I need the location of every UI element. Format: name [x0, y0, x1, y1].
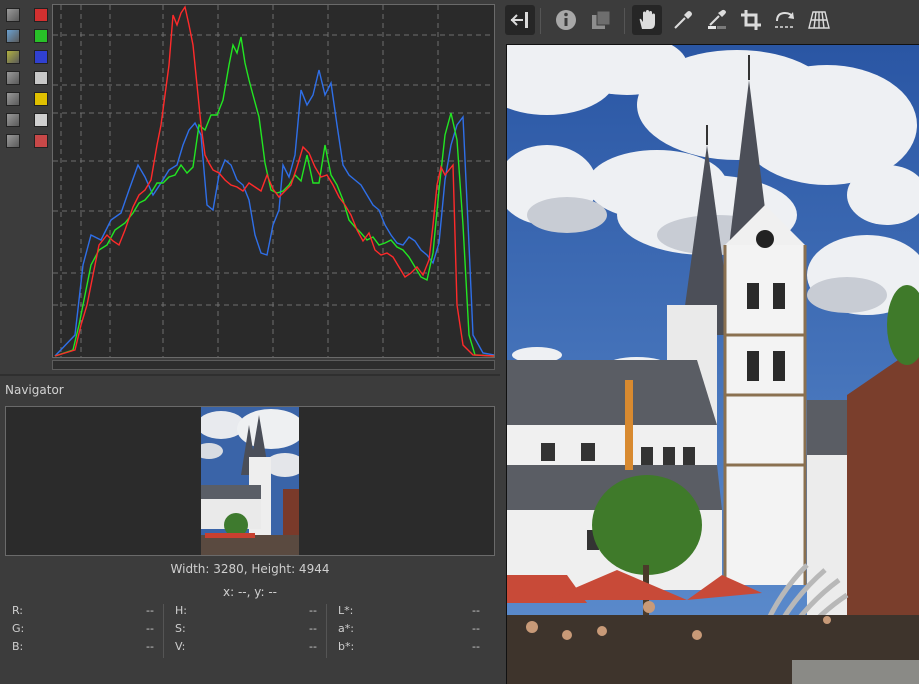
color-picker-button[interactable] — [668, 5, 698, 35]
before-after-button[interactable] — [586, 5, 616, 35]
menu-icon[interactable] — [6, 134, 20, 148]
navigator-title: Navigator — [5, 383, 64, 397]
toolbar-separator — [540, 8, 541, 34]
pixel-readouts: R: -- G: -- B: -- H: -- S: -- V: -- L*: -- a*: -- b*: -- — [0, 604, 500, 664]
vectorscope-icon[interactable] — [6, 92, 20, 106]
histogram-plot — [53, 5, 495, 357]
hide-panel-button[interactable] — [505, 5, 535, 35]
image-preview[interactable] — [506, 44, 919, 684]
target-icon[interactable] — [6, 113, 20, 127]
log-scale-toggle[interactable] — [34, 113, 48, 127]
hand-icon — [639, 10, 655, 29]
white-balance-picker-icon — [708, 9, 726, 29]
cursor-position: x: --, y: -- — [223, 585, 277, 599]
preview-photo — [507, 45, 919, 684]
navigator-thumbnail[interactable] — [201, 407, 299, 555]
readout-separator — [326, 604, 327, 658]
hide-panel-icon — [510, 12, 528, 28]
luminance-toggle[interactable] — [34, 71, 48, 85]
histogram-grid — [53, 5, 494, 357]
readout-value: -- — [146, 640, 154, 653]
readout-value: -- — [146, 622, 154, 635]
histogram-scrollbar[interactable] — [52, 360, 495, 370]
readout-value: -- — [309, 604, 317, 617]
readout-value: -- — [472, 604, 480, 617]
crop-button[interactable] — [736, 5, 766, 35]
before-after-icon — [592, 10, 611, 29]
histogram-type-icon[interactable] — [6, 8, 20, 22]
readout-separator — [163, 604, 164, 658]
readout-hsv-2: V: -- — [175, 640, 317, 654]
white-balance-picker-button[interactable] — [702, 5, 732, 35]
readout-label: R: — [12, 604, 24, 617]
chroma-icon[interactable] — [6, 50, 20, 64]
toolbar-separator — [624, 8, 625, 34]
chromaticity-toggle[interactable] — [34, 92, 48, 106]
readout-label: L*: — [338, 604, 354, 617]
readout-lab-0: L*: -- — [338, 604, 480, 618]
readout-label: S: — [175, 622, 186, 635]
readout-value: -- — [309, 622, 317, 635]
editor-toolbar — [500, 0, 919, 42]
histogram-red-channel — [54, 5, 495, 357]
raw-histogram-icon[interactable] — [6, 29, 20, 43]
readout-label: H: — [175, 604, 187, 617]
info-icon — [556, 10, 576, 30]
readout-label: G: — [12, 622, 25, 635]
perspective-button[interactable] — [804, 5, 834, 35]
hand-tool-button[interactable] — [632, 5, 662, 35]
readout-hsv-1: S: -- — [175, 622, 317, 636]
readout-lab-1: a*: -- — [338, 622, 480, 636]
green-channel-toggle[interactable] — [34, 29, 48, 43]
histogram — [52, 4, 495, 358]
perspective-icon — [808, 11, 830, 29]
readout-value: -- — [472, 640, 480, 653]
straighten-icon — [775, 11, 795, 28]
readout-rgb-0: R: -- — [12, 604, 154, 618]
readout-value: -- — [146, 604, 154, 617]
editor-panel — [500, 0, 919, 684]
readout-rgb-1: G: -- — [12, 622, 154, 636]
readout-hsv-0: H: -- — [175, 604, 317, 618]
readout-label: V: — [175, 640, 186, 653]
navigator-panel — [5, 406, 495, 556]
panel-divider[interactable] — [0, 374, 500, 376]
red-channel-toggle[interactable] — [34, 8, 48, 22]
image-dimensions: Width: 3280, Height: 4944 — [170, 562, 330, 576]
info-button[interactable] — [551, 5, 581, 35]
readout-label: b*: — [338, 640, 355, 653]
rgb-bar-toggle[interactable] — [34, 134, 48, 148]
readout-label: a*: — [338, 622, 354, 635]
readout-lab-2: b*: -- — [338, 640, 480, 654]
crop-icon — [741, 10, 761, 30]
left-panel: Navigator Width: 3280, Height: 4944 x: -… — [0, 0, 500, 683]
blue-channel-toggle[interactable] — [34, 50, 48, 64]
readout-value: -- — [309, 640, 317, 653]
color-picker-icon — [674, 11, 692, 29]
straighten-button[interactable] — [770, 5, 800, 35]
readout-rgb-2: B: -- — [12, 640, 154, 654]
readout-label: B: — [12, 640, 24, 653]
waveform-icon[interactable] — [6, 71, 20, 85]
readout-value: -- — [472, 622, 480, 635]
